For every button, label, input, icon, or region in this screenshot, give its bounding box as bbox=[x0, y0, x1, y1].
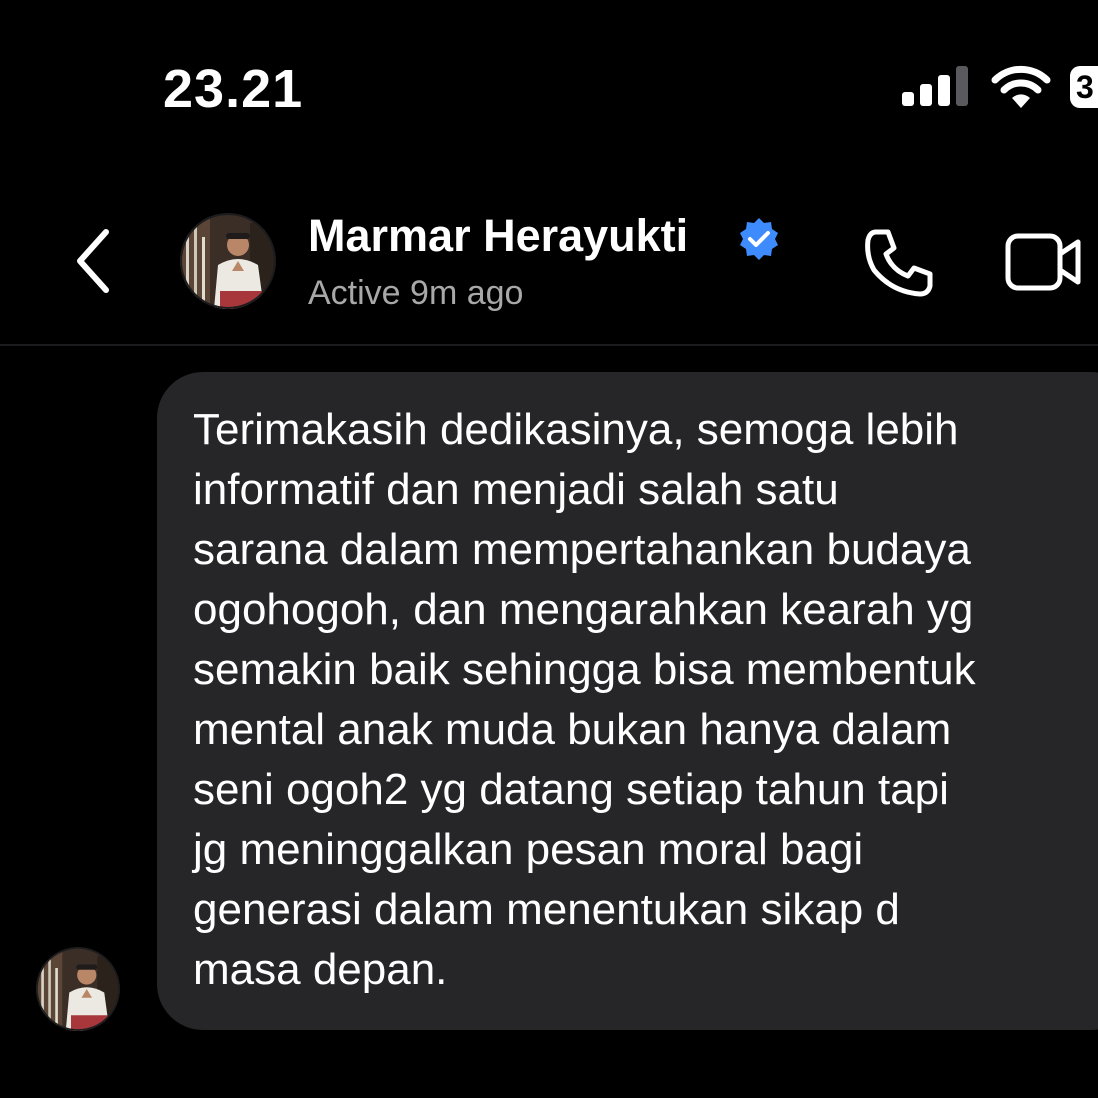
avatar-image bbox=[180, 213, 276, 309]
chat-screen: 23.21 3 Marmar Herayukti Active 9m ago T… bbox=[0, 0, 1098, 1098]
header-divider bbox=[0, 344, 1098, 346]
cellular-signal-icon bbox=[902, 66, 968, 106]
sender-avatar-image bbox=[36, 947, 120, 1031]
message-text: Terimakasih dedikasinya, semoga lebih in… bbox=[193, 405, 976, 994]
wifi-icon bbox=[991, 65, 1051, 108]
active-status: Active 9m ago bbox=[308, 274, 524, 312]
contact-name[interactable]: Marmar Herayukti bbox=[308, 210, 688, 262]
phone-icon[interactable] bbox=[862, 226, 938, 298]
avatar[interactable] bbox=[180, 213, 276, 309]
verified-icon bbox=[740, 218, 778, 260]
back-icon[interactable] bbox=[68, 226, 118, 296]
status-time: 23.21 bbox=[163, 59, 304, 119]
sender-avatar[interactable] bbox=[36, 947, 120, 1031]
video-call-icon[interactable] bbox=[1004, 230, 1084, 294]
battery-icon: 3 bbox=[1070, 66, 1098, 108]
